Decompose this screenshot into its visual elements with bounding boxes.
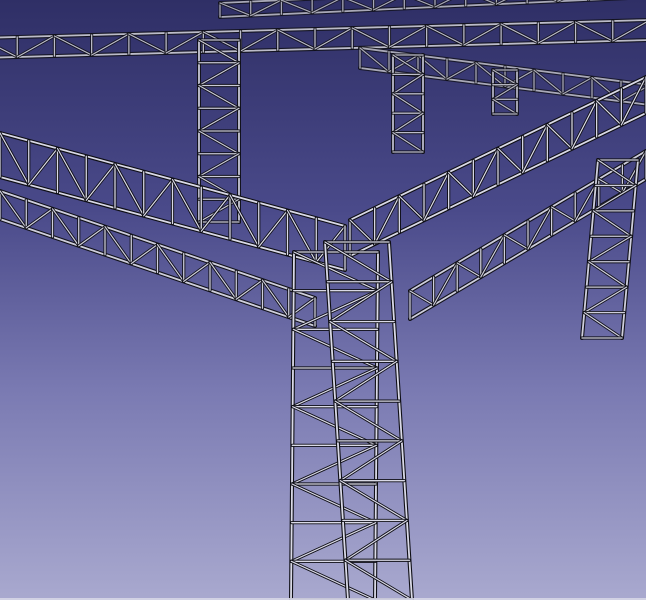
truss-tube-highlight xyxy=(409,290,435,306)
truss-tube-highlight xyxy=(503,234,529,250)
truss-tube-highlight xyxy=(198,153,240,178)
truss-tube-highlight xyxy=(198,62,240,87)
truss-tube-highlight xyxy=(198,107,240,132)
truss-tube-highlight xyxy=(492,98,518,115)
truss-tube-highlight xyxy=(448,171,474,198)
truss-tube-highlight xyxy=(128,33,167,54)
truss-tube-highlight xyxy=(574,21,614,42)
truss-tube-highlight xyxy=(550,206,576,222)
truss-tube-highlight xyxy=(16,35,56,58)
truss-tube-highlight xyxy=(500,23,539,44)
truss-tube-highlight xyxy=(583,286,628,314)
truss-tube-highlight xyxy=(329,320,398,362)
truss-tube-highlight xyxy=(235,279,264,300)
truss-tube-highlight xyxy=(351,27,391,48)
truss-tube-highlight xyxy=(596,100,622,126)
truss-tube-highlight xyxy=(588,261,628,288)
3d-viewport[interactable] xyxy=(0,0,646,600)
truss-tube-highlight xyxy=(388,25,428,48)
truss-tube-highlight xyxy=(324,241,393,283)
truss-tube-highlight xyxy=(392,93,424,114)
truss-tube-highlight xyxy=(25,208,54,229)
truss-tube-highlight xyxy=(239,29,279,52)
truss-tube-highlight xyxy=(290,560,376,600)
truss-tube-highlight xyxy=(392,132,424,153)
truss-tube-highlight xyxy=(562,76,593,95)
truss-tube-highlight xyxy=(258,209,289,248)
truss-tube-highlight xyxy=(339,480,408,522)
truss-tube-highlight xyxy=(426,25,465,46)
truss-tube-highlight xyxy=(28,147,59,186)
truss-tube-highlight xyxy=(583,311,623,339)
far-truss xyxy=(0,0,646,107)
truss-tube-highlight xyxy=(329,281,393,323)
truss-tube-highlight xyxy=(456,262,482,278)
truss-tube-highlight xyxy=(91,33,130,56)
truss-tube-highlight xyxy=(463,23,502,46)
truss-tube-highlight xyxy=(324,241,349,600)
truss-tube-highlight xyxy=(497,147,524,174)
truss-tube-highlight xyxy=(291,483,377,524)
truss-tube-highlight xyxy=(85,163,116,201)
truss-tube-highlight xyxy=(183,261,211,283)
truss-tube-highlight xyxy=(198,84,240,109)
truss-structure xyxy=(0,0,646,600)
truss-tube-highlight xyxy=(398,195,425,221)
truss-tube-highlight xyxy=(0,39,646,59)
truss-tube-highlight xyxy=(293,251,379,292)
truss-tube-highlight xyxy=(588,235,632,263)
truss-tube-highlight xyxy=(219,2,252,17)
truss-tube-highlight xyxy=(392,112,424,134)
truss-tube-highlight xyxy=(53,35,93,56)
truss-tube-highlight xyxy=(78,226,106,247)
truss-tube-highlight xyxy=(198,130,240,155)
truss-tube-highlight xyxy=(314,27,353,50)
truss-tube-highlight xyxy=(130,243,159,265)
truss-tube-highlight xyxy=(392,73,424,95)
truss-tube-highlight xyxy=(446,62,477,80)
truss-tube-highlight xyxy=(280,0,313,14)
truss-tube-highlight xyxy=(592,210,632,237)
truss-tube-highlight xyxy=(290,522,377,562)
truss-tube-highlight xyxy=(546,124,573,150)
truss-tube-highlight xyxy=(344,559,413,600)
truss-tube-highlight xyxy=(277,29,316,50)
truss-tube-highlight xyxy=(537,21,577,44)
truss-tube-highlight xyxy=(143,178,174,217)
truss-tube xyxy=(0,46,19,59)
